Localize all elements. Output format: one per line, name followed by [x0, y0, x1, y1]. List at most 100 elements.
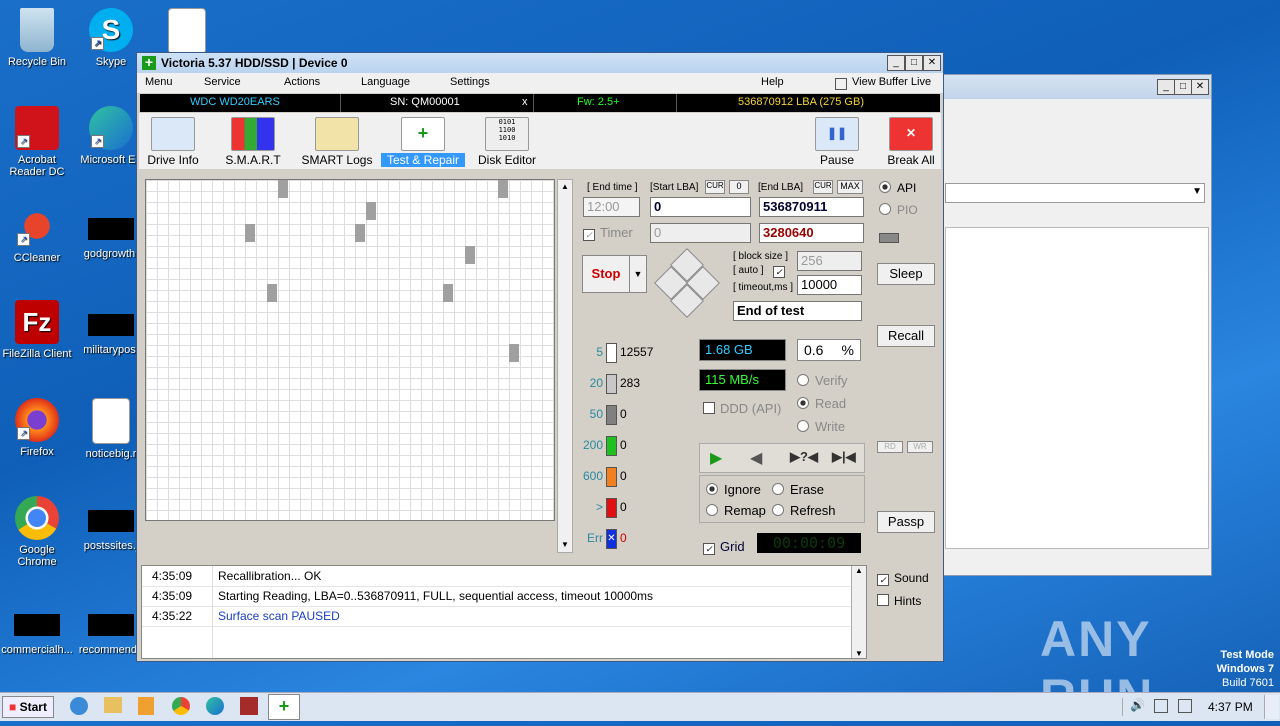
play-icon[interactable]: ▶	[710, 448, 722, 468]
explorer-icon[interactable]	[104, 697, 122, 713]
progress-panel: 1.68 GB 0.6 % 115 MB/s DDD (API) Verify …	[697, 335, 867, 555]
grid-scrollbar[interactable]: ▲ ▼	[557, 179, 573, 553]
arrow-up-icon[interactable]: ▲	[558, 180, 572, 194]
seek-icon[interactable]: ▶?◀	[790, 449, 818, 465]
minimize-icon[interactable]: _	[1157, 79, 1175, 95]
hints-checkbox[interactable]: Hints	[877, 594, 921, 608]
erase-radio[interactable]: Erase	[772, 482, 824, 497]
smart-chart-icon	[231, 117, 275, 151]
end-time-input[interactable]: 12:00	[583, 197, 640, 217]
read-radio[interactable]: Read	[797, 396, 846, 411]
volume-icon[interactable]: 🔊	[1130, 698, 1145, 712]
show-desktop-button[interactable]	[1264, 695, 1279, 719]
desktop-icon-label: FileZilla Client	[2, 348, 72, 360]
chevron-down-icon[interactable]: ▼	[1192, 186, 1202, 197]
ddd-api-checkbox[interactable]: DDD (API)	[703, 401, 781, 416]
block-size-select[interactable]: 256	[797, 251, 862, 271]
victoria-window[interactable]: + Victoria 5.37 HDD/SSD | Device 0 _ □ ✕…	[136, 52, 944, 662]
edge-icon[interactable]	[206, 697, 224, 715]
desktop-icon-chrome[interactable]: Google Chrome	[0, 496, 74, 568]
start-button[interactable]: ■ Start	[2, 696, 54, 718]
desktop-icon-ccleaner[interactable]: ↗ CCleaner	[0, 204, 74, 264]
window-titlebar[interactable]: + Victoria 5.37 HDD/SSD | Device 0 _ □ ✕	[137, 53, 943, 73]
network-icon[interactable]	[1154, 699, 1168, 713]
desktop-icon-commercialh[interactable]: commercialh...	[0, 604, 74, 656]
ignore-radio[interactable]: Ignore	[706, 482, 761, 497]
ie-icon[interactable]	[70, 697, 88, 715]
maximize-icon[interactable]: □	[1174, 79, 1192, 95]
close-icon[interactable]: ✕	[923, 55, 941, 71]
tool-disk-editor[interactable]: 0101 1100 1010 Disk Editor	[465, 117, 549, 167]
menu-item-menu[interactable]: Menu	[145, 76, 173, 88]
refresh-radio[interactable]: Refresh	[772, 503, 836, 518]
grid-checkbox[interactable]: ✓ Grid	[703, 539, 745, 555]
write-radio[interactable]: Write	[797, 419, 845, 434]
menu-item-language[interactable]: Language	[361, 76, 410, 88]
media-player-icon[interactable]	[138, 697, 154, 715]
pause-button[interactable]: ❚❚ Pause	[795, 117, 879, 167]
serial-clear-button[interactable]: x	[522, 96, 528, 108]
auto-checkbox[interactable]: ✓	[773, 266, 785, 278]
winrar-icon[interactable]	[240, 697, 258, 715]
timeout-select[interactable]: 10000	[797, 275, 862, 295]
end-lba-input[interactable]: 536870911	[759, 197, 864, 217]
menu-item-view-buffer-live[interactable]: View Buffer Live	[852, 76, 931, 88]
tool-smart-logs[interactable]: SMART Logs	[295, 117, 379, 167]
desktop-icon-word-doc[interactable]	[150, 8, 224, 58]
recall-button[interactable]: Recall	[877, 325, 935, 347]
end-action-select[interactable]: End of test	[733, 301, 862, 321]
rewind-icon[interactable]: ◀	[750, 448, 762, 468]
start-lba-input[interactable]: 0	[650, 197, 751, 217]
chrome-icon[interactable]	[172, 697, 190, 715]
menu-item-service[interactable]: Service	[204, 76, 241, 88]
windows-logo-icon: ■	[9, 700, 17, 714]
start-lba-cur-button[interactable]: CUR	[705, 180, 725, 194]
stop-button[interactable]: Stop	[582, 255, 630, 293]
maximize-icon[interactable]: □	[905, 55, 923, 71]
background-window[interactable]: _ □ ✕ ▼	[930, 74, 1212, 576]
desktop-icon-acrobat[interactable]: ↗ Acrobat Reader DC	[0, 106, 74, 178]
api-radio[interactable]: API	[879, 181, 916, 195]
minimize-icon[interactable]: _	[887, 55, 905, 71]
main-toolbar: Drive Info S.M.A.R.T SMART Logs + Test &…	[139, 113, 941, 169]
stop-options-dropdown[interactable]: ▼	[629, 255, 647, 293]
tool-test-repair[interactable]: + Test & Repair	[381, 117, 465, 167]
pio-radio[interactable]: PIO	[879, 203, 918, 217]
skip-end-icon[interactable]: ▶|◀	[832, 449, 856, 465]
arrow-down-icon[interactable]: ▼	[558, 538, 572, 552]
radio-icon	[772, 483, 784, 495]
verify-radio[interactable]: Verify	[797, 373, 848, 388]
timer-checkbox[interactable]: ✓ Timer	[583, 225, 633, 241]
system-clock[interactable]: 4:37 PM	[1208, 700, 1253, 714]
desktop-icon-filezilla[interactable]: Fz FileZilla Client	[0, 300, 74, 360]
address-combobox[interactable]: ▼	[945, 183, 1205, 203]
start-lba-zero-button[interactable]: 0	[729, 180, 749, 194]
victoria-task-icon[interactable]: +	[268, 694, 300, 720]
log-scrollbar[interactable]: ▲ ▼	[851, 566, 866, 658]
radio-icon	[797, 374, 809, 386]
desktop-icon-firefox[interactable]: ↗ Firefox	[0, 398, 74, 458]
end-lba-max-button[interactable]: MAX	[837, 180, 863, 194]
flag-icon[interactable]	[1178, 699, 1192, 713]
break-all-button[interactable]: ✕ Break All	[869, 117, 953, 167]
desktop-icon-recycle-bin[interactable]: Recycle Bin	[0, 8, 74, 68]
arrow-up-icon[interactable]: ▲	[852, 566, 866, 575]
timer-input[interactable]: 0	[650, 223, 751, 243]
color-swatch	[606, 498, 617, 518]
sleep-button[interactable]: Sleep	[877, 263, 935, 285]
menu-bar: Menu Service Actions Language Settings H…	[137, 73, 943, 93]
direction-pad[interactable]	[654, 248, 720, 318]
size-done-display: 1.68 GB	[699, 339, 786, 361]
close-icon[interactable]: ✕	[1191, 79, 1209, 95]
radio-icon	[879, 181, 891, 193]
remap-radio[interactable]: Remap	[706, 503, 766, 518]
tool-drive-info[interactable]: Drive Info	[131, 117, 215, 167]
menu-item-actions[interactable]: Actions	[284, 76, 320, 88]
passp-button[interactable]: Passp	[877, 511, 935, 533]
sound-checkbox[interactable]: ✓ Sound	[877, 571, 929, 586]
end-lba-cur-button[interactable]: CUR	[813, 180, 833, 194]
menu-item-settings[interactable]: Settings	[450, 76, 490, 88]
menu-item-help[interactable]: Help	[761, 76, 784, 88]
arrow-down-icon[interactable]: ▼	[852, 649, 866, 658]
tool-smart[interactable]: S.M.A.R.T	[211, 117, 295, 167]
